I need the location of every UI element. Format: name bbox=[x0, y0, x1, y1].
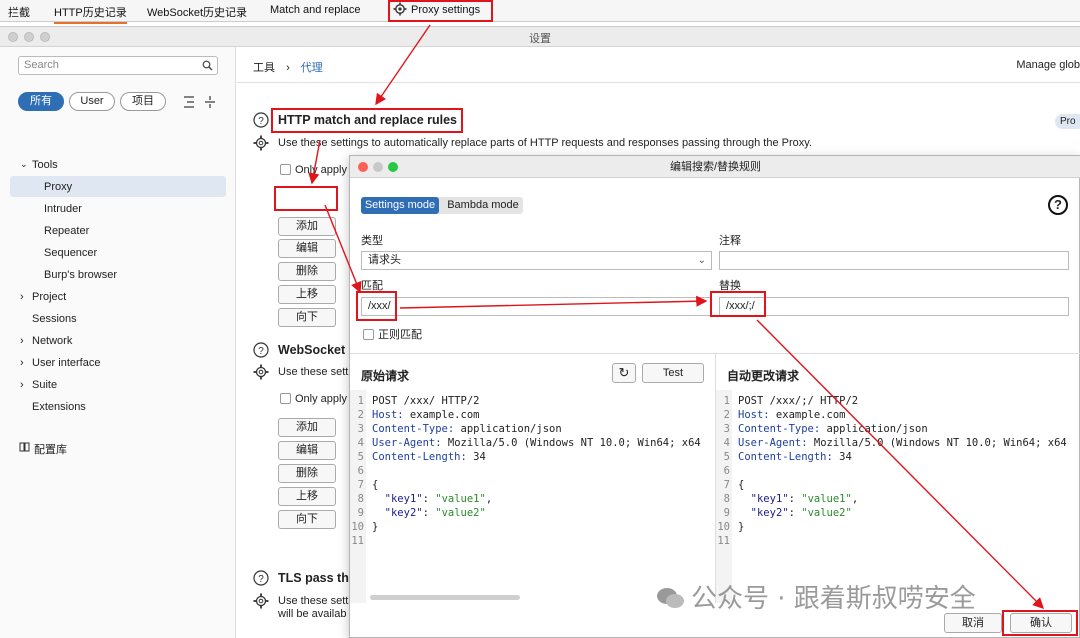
annotation-arrows bbox=[308, 24, 1044, 609]
arrow-to-http-title bbox=[375, 24, 431, 106]
arrow-to-confirm bbox=[756, 319, 1044, 609]
arrow-to-match bbox=[324, 204, 362, 294]
arrow-to-add-button bbox=[308, 139, 321, 185]
arrow-to-replace bbox=[399, 295, 708, 309]
